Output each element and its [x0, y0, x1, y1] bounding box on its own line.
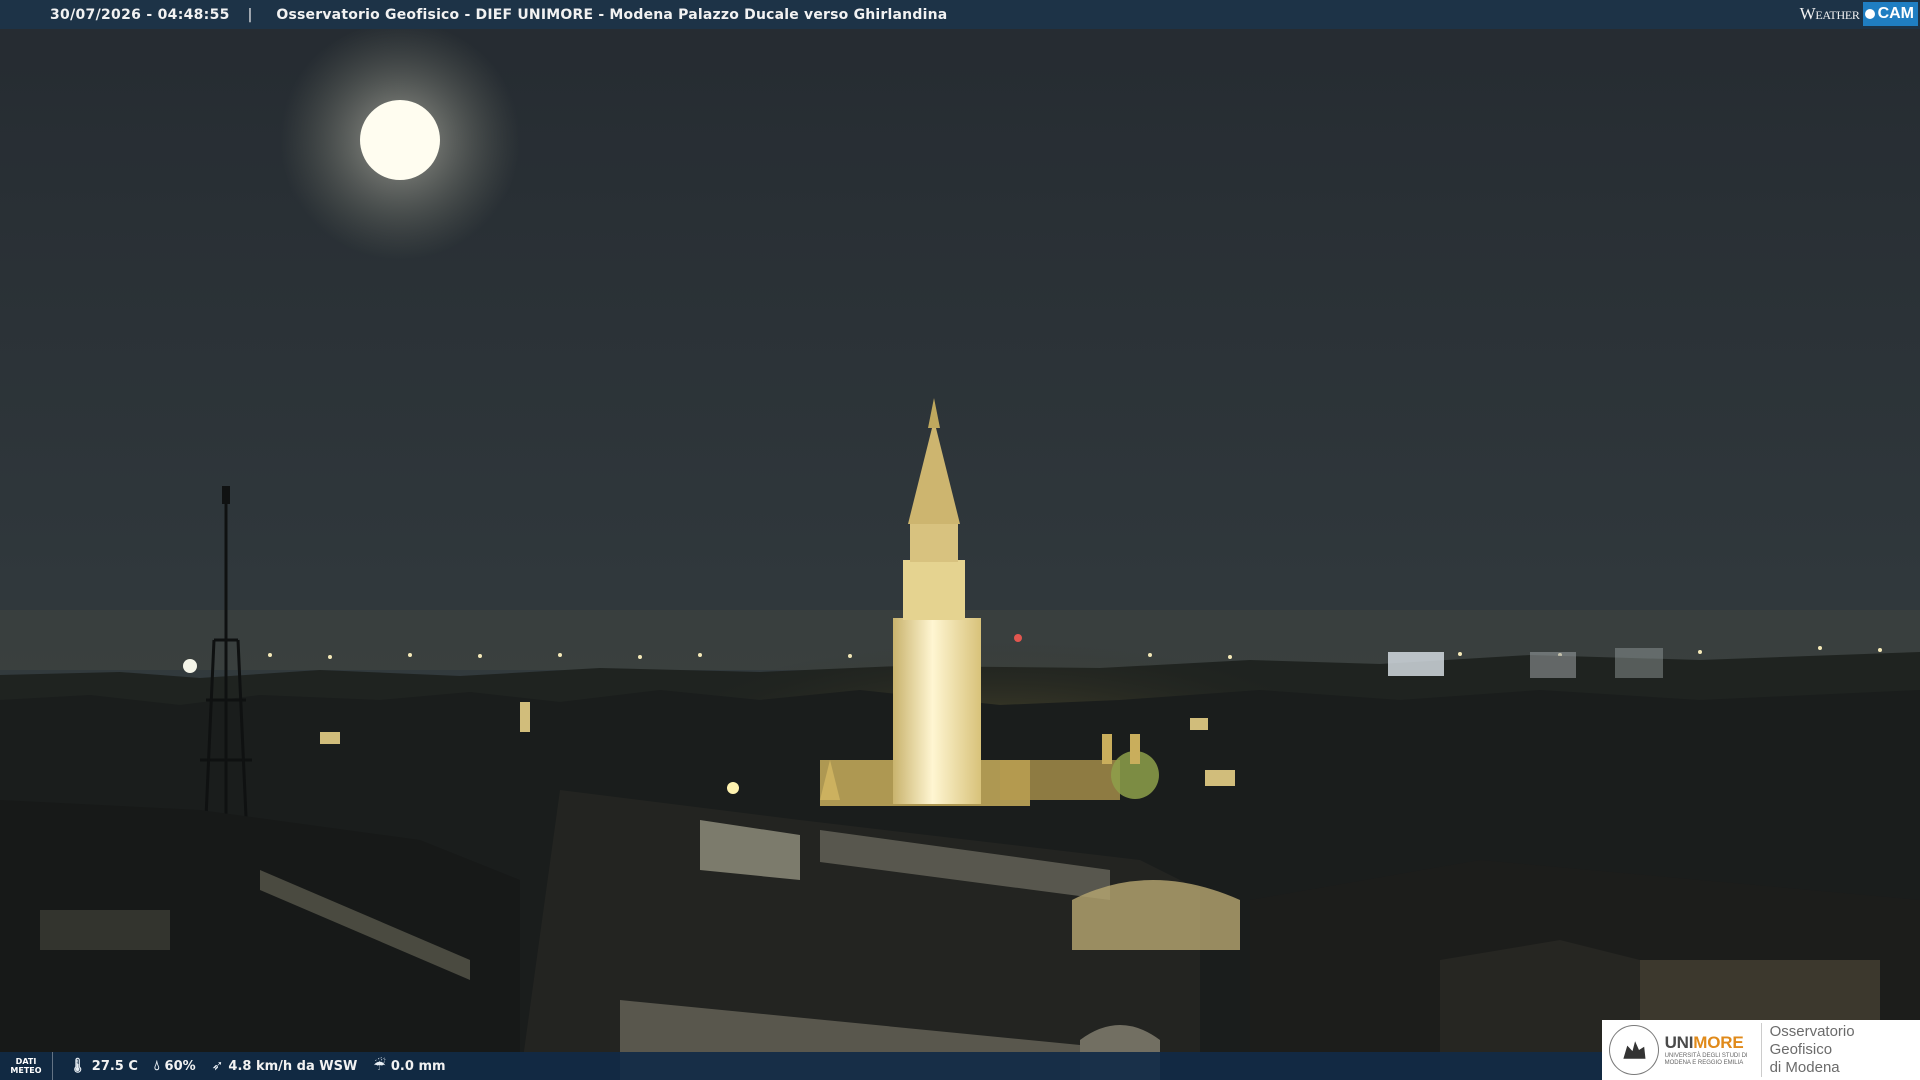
brand-dot-icon	[1864, 9, 1875, 19]
webcam-image	[0, 0, 1920, 1080]
header-separator: |	[247, 6, 253, 23]
unimore-subtitle: UNIVERSITÀ DEGLI STUDI DI MODENA E REGGI…	[1664, 1053, 1748, 1066]
observatory-name: Osservatorio Geofisico di Modena	[1760, 1023, 1920, 1077]
university-seal-icon	[1609, 1025, 1659, 1075]
humidity-reading: 💧︎ 60%	[154, 1058, 196, 1074]
rain-value: 0.0 mm	[390, 1058, 446, 1074]
weathercam-logo[interactable]: Weather CAM	[1800, 2, 1918, 26]
drop-icon: 💧︎	[153, 1058, 160, 1074]
unimore-logo[interactable]: UNIMORE UNIVERSITÀ DEGLI STUDI DI MODENA…	[1602, 1020, 1920, 1080]
temperature-value: 27.5 C	[91, 1058, 138, 1074]
weather-data-bar: DATI METEO 🌡︎ 27.5 C 💧︎ 60% ➶ 4.8 km/h d…	[0, 1052, 1602, 1080]
humidity-value: 60%	[164, 1058, 196, 1074]
top-info-bar: 30/07/2026 - 04:48:55 | Osservatorio Geo…	[0, 0, 1920, 29]
brand-weather-text: Weather	[1799, 4, 1860, 23]
dati-meteo-label: DATI METEO	[0, 1052, 53, 1080]
brand-cam-text: CAM	[1877, 5, 1914, 22]
unimore-wordmark: UNIMORE UNIVERSITÀ DEGLI STUDI DI MODENA…	[1665, 1033, 1753, 1067]
camera-title: Osservatorio Geofisico - DIEF UNIMORE - …	[276, 6, 948, 23]
brand-cam-badge: CAM	[1862, 2, 1918, 26]
thermometer-icon: 🌡︎	[69, 1058, 87, 1074]
temperature-reading: 🌡︎ 27.5 C	[69, 1058, 138, 1074]
rain-icon: ☔︎	[373, 1058, 386, 1074]
timestamp: 30/07/2026 - 04:48:55	[50, 6, 230, 23]
wind-icon: ➶	[211, 1058, 224, 1074]
wind-value: 4.8 km/h da WSW	[228, 1058, 358, 1074]
rain-reading: ☔︎ 0.0 mm	[373, 1058, 445, 1074]
wind-reading: ➶ 4.8 km/h da WSW	[212, 1058, 358, 1074]
